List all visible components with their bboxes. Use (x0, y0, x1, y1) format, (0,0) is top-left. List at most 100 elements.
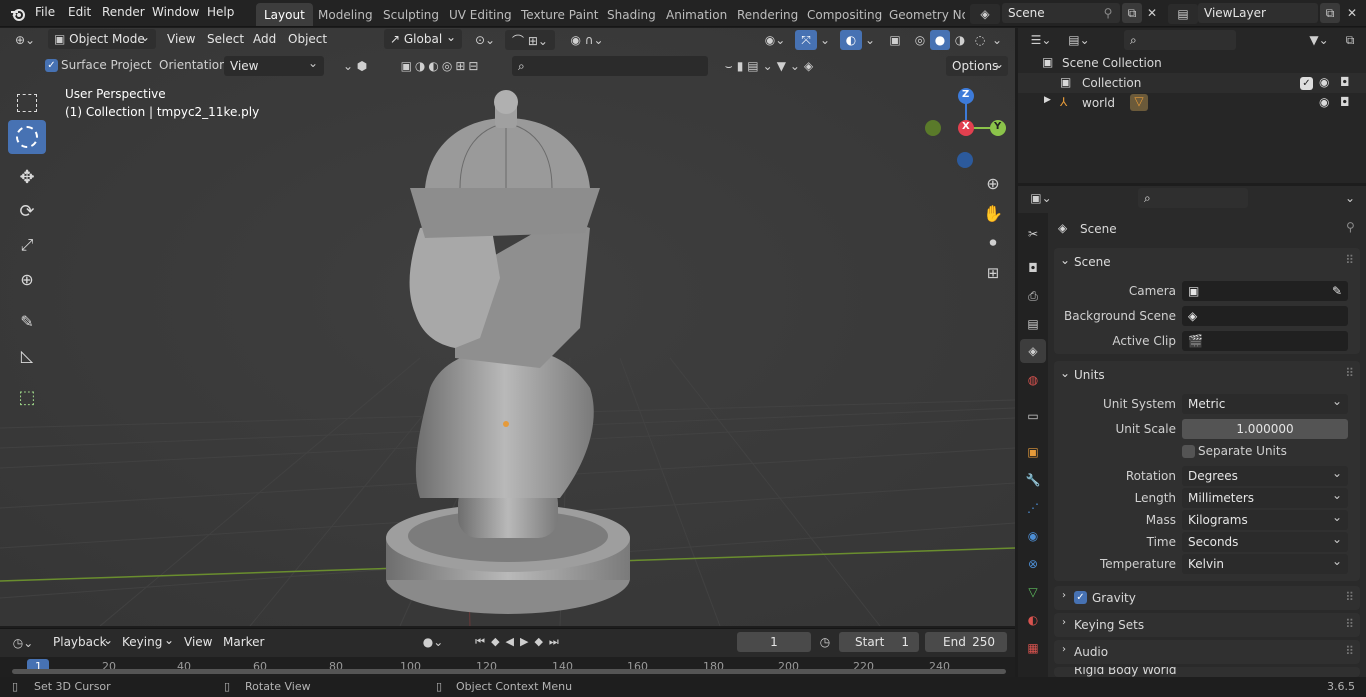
tab-texture-paint[interactable]: Texture Paint (513, 3, 606, 26)
outliner-row-world[interactable]: ▶ ⅄ world ▽ ◉ ◘ (1018, 93, 1366, 113)
collection-visibility-icon[interactable]: ◉ (1319, 75, 1329, 89)
menu-select[interactable]: Select (207, 32, 244, 46)
menu-window[interactable]: Window (152, 5, 199, 19)
shading-dropdown-icon[interactable]: ⌄ (990, 30, 1004, 50)
unit-scale-field[interactable]: 1.000000 (1182, 419, 1348, 439)
camera-view-icon[interactable]: ⏺ (982, 232, 1004, 254)
proportional-editing-icon[interactable]: ◉ ∩⌄ (562, 30, 612, 50)
filter-icon[interactable]: ▼⌄ (1304, 30, 1334, 50)
viewport-search-input[interactable]: ⌕ (512, 56, 708, 76)
physics-tab-icon[interactable]: ◉ (1022, 525, 1044, 547)
length-select[interactable]: Millimeters (1182, 488, 1348, 508)
eyedropper-icon[interactable]: ✎ (1332, 284, 1342, 298)
start-frame-field[interactable]: Start 1 (839, 632, 919, 652)
zoom-icon[interactable]: ⊕ (982, 172, 1004, 194)
object-data-icon[interactable]: ▽ (1130, 94, 1148, 111)
object-tab-icon[interactable]: ▣ (1022, 441, 1044, 463)
units-panel-header[interactable]: ⌄ Units ⠿ (1054, 363, 1360, 387)
output-tab-icon[interactable]: ⎙ (1022, 285, 1044, 307)
data-tab-icon[interactable]: ▽ (1022, 581, 1044, 603)
navigation-gizmo[interactable]: Z X Y (920, 86, 1010, 176)
timeline-menu-marker[interactable]: Marker (223, 635, 264, 649)
tab-uv-editing[interactable]: UV Editing (441, 3, 520, 26)
surface-project-checkbox[interactable]: ✓ (45, 59, 58, 72)
keying-menu[interactable]: Keying ⌄ (116, 632, 174, 652)
scale-tool[interactable]: ⤢ (8, 228, 46, 262)
move-tool[interactable]: ✥ (8, 160, 46, 194)
timeline-menu-view[interactable]: View (184, 635, 212, 649)
drag-handle-icon[interactable]: ⠿ (1345, 644, 1354, 658)
select-mode-icons[interactable]: ▣◑◐◎⊞⊟ (376, 56, 506, 76)
shading-rendered-icon[interactable]: ◌ (970, 30, 990, 50)
pin-icon[interactable]: ⚲ (1100, 4, 1116, 22)
drag-handle-icon[interactable]: ⠿ (1345, 366, 1354, 380)
drag-handle-icon[interactable]: ⠿ (1345, 253, 1354, 267)
timeline-scrollbar[interactable] (12, 669, 1006, 674)
material-tab-icon[interactable]: ◐ (1022, 609, 1044, 631)
menu-object[interactable]: Object (288, 32, 327, 46)
rigid-body-world-panel[interactable]: Rigid Body World (1054, 667, 1360, 677)
tab-animation[interactable]: Animation (658, 3, 735, 26)
overlays-dropdown-icon[interactable]: ⌄ (863, 30, 877, 50)
menu-view[interactable]: View (167, 32, 195, 46)
pin-icon[interactable]: ⚲ (1346, 220, 1355, 234)
modifier-tab-icon[interactable]: 🔧 (1022, 469, 1044, 491)
transform-tool[interactable]: ⊕ (8, 262, 46, 296)
clock-icon[interactable]: ◷ (815, 632, 835, 652)
timeline-editor-icon[interactable]: ◷⌄ (8, 633, 38, 653)
properties-editor-icon[interactable]: ▣⌄ (1026, 188, 1056, 208)
orientation-select[interactable]: View (224, 56, 324, 76)
delete-view-layer-icon[interactable]: ✕ (1342, 3, 1362, 23)
temperature-select[interactable]: Kelvin (1182, 554, 1348, 574)
color-palette-icon[interactable]: ⬢ (354, 57, 370, 75)
playback-menu[interactable]: Playback ⌄ (47, 632, 113, 652)
outliner-row-scene-collection[interactable]: ▣ Scene Collection (1018, 53, 1366, 73)
tab-layout[interactable]: Layout (256, 3, 313, 26)
world-render-icon[interactable]: ◘ (1340, 95, 1350, 109)
overlays-icon[interactable]: ◐ (840, 30, 862, 50)
scene-selector-icon[interactable]: ◈ (970, 4, 1000, 24)
playback-controls[interactable]: ⏮◆◀▶◆⏭ (460, 632, 580, 652)
options-button[interactable]: Options ⌄ (946, 56, 1008, 76)
select-box-tool[interactable] (8, 86, 46, 120)
tab-rendering[interactable]: Rendering (729, 3, 806, 26)
audio-panel[interactable]: › Audio ⠿ (1054, 640, 1360, 664)
view-layer-field[interactable]: ViewLayer (1198, 3, 1318, 23)
collection-exclude-checkbox[interactable]: ✓ (1300, 77, 1313, 90)
texture-tab-icon[interactable]: ▦ (1022, 637, 1044, 659)
xray-icon[interactable]: ▣ (885, 30, 905, 50)
shading-material-icon[interactable]: ◑ (950, 30, 970, 50)
pivot-icon[interactable]: ⊙⌄ (470, 30, 500, 50)
camera-field[interactable]: ▣ ✎ (1182, 281, 1348, 301)
drag-handle-icon[interactable]: ⠿ (1345, 617, 1354, 631)
tab-compositing[interactable]: Compositing (799, 3, 890, 26)
new-view-layer-icon[interactable]: ⧉ (1320, 3, 1340, 23)
collection-tab-icon[interactable]: ▭ (1022, 405, 1044, 427)
new-scene-icon[interactable]: ⧉ (1122, 3, 1142, 23)
separate-units-checkbox[interactable] (1182, 445, 1195, 458)
drag-handle-icon[interactable]: ⠿ (1345, 590, 1354, 604)
gizmo-dropdown-icon[interactable]: ⌄ (818, 30, 832, 50)
outliner-editor-icon[interactable]: ☰⌄ (1026, 30, 1056, 50)
annotate-tool[interactable]: ✎ (8, 304, 46, 338)
tab-sculpting[interactable]: Sculpting (375, 3, 447, 26)
properties-search-input[interactable]: ⌕ (1138, 188, 1248, 208)
tab-modeling[interactable]: Modeling (310, 3, 381, 26)
transform-orientation-selector[interactable]: ↗ Global ⌄ (384, 29, 462, 49)
visibility-icon[interactable]: ◉⌄ (760, 30, 790, 50)
measure-tool[interactable]: ◺ (8, 338, 46, 372)
filter-icons[interactable]: ⌣▮▤⌄▼⌄◈ (710, 56, 832, 76)
time-select[interactable]: Seconds (1182, 532, 1348, 552)
3d-viewport[interactable]: ⊕⌄ ▣ Object Mode ⌄ View Select Add Object… (0, 28, 1015, 626)
world-visibility-icon[interactable]: ◉ (1319, 95, 1329, 109)
view-layer-tab-icon[interactable]: ▤ (1022, 313, 1044, 335)
editor-type-icon[interactable]: ⊕⌄ (8, 30, 42, 50)
current-frame-field[interactable]: 1 (737, 632, 811, 652)
world-tab-icon[interactable]: ◍ (1022, 369, 1044, 391)
view-layer-selector-icon[interactable]: ▤ (1168, 4, 1198, 24)
rotation-select[interactable]: Degrees (1182, 466, 1348, 486)
add-cube-tool[interactable]: ⬚ (8, 380, 46, 414)
background-scene-field[interactable]: ◈ (1182, 306, 1348, 326)
gravity-panel[interactable]: › ✓ Gravity ⠿ (1054, 586, 1360, 610)
gizmo-toggle-icon[interactable]: ⤧ (795, 30, 817, 50)
